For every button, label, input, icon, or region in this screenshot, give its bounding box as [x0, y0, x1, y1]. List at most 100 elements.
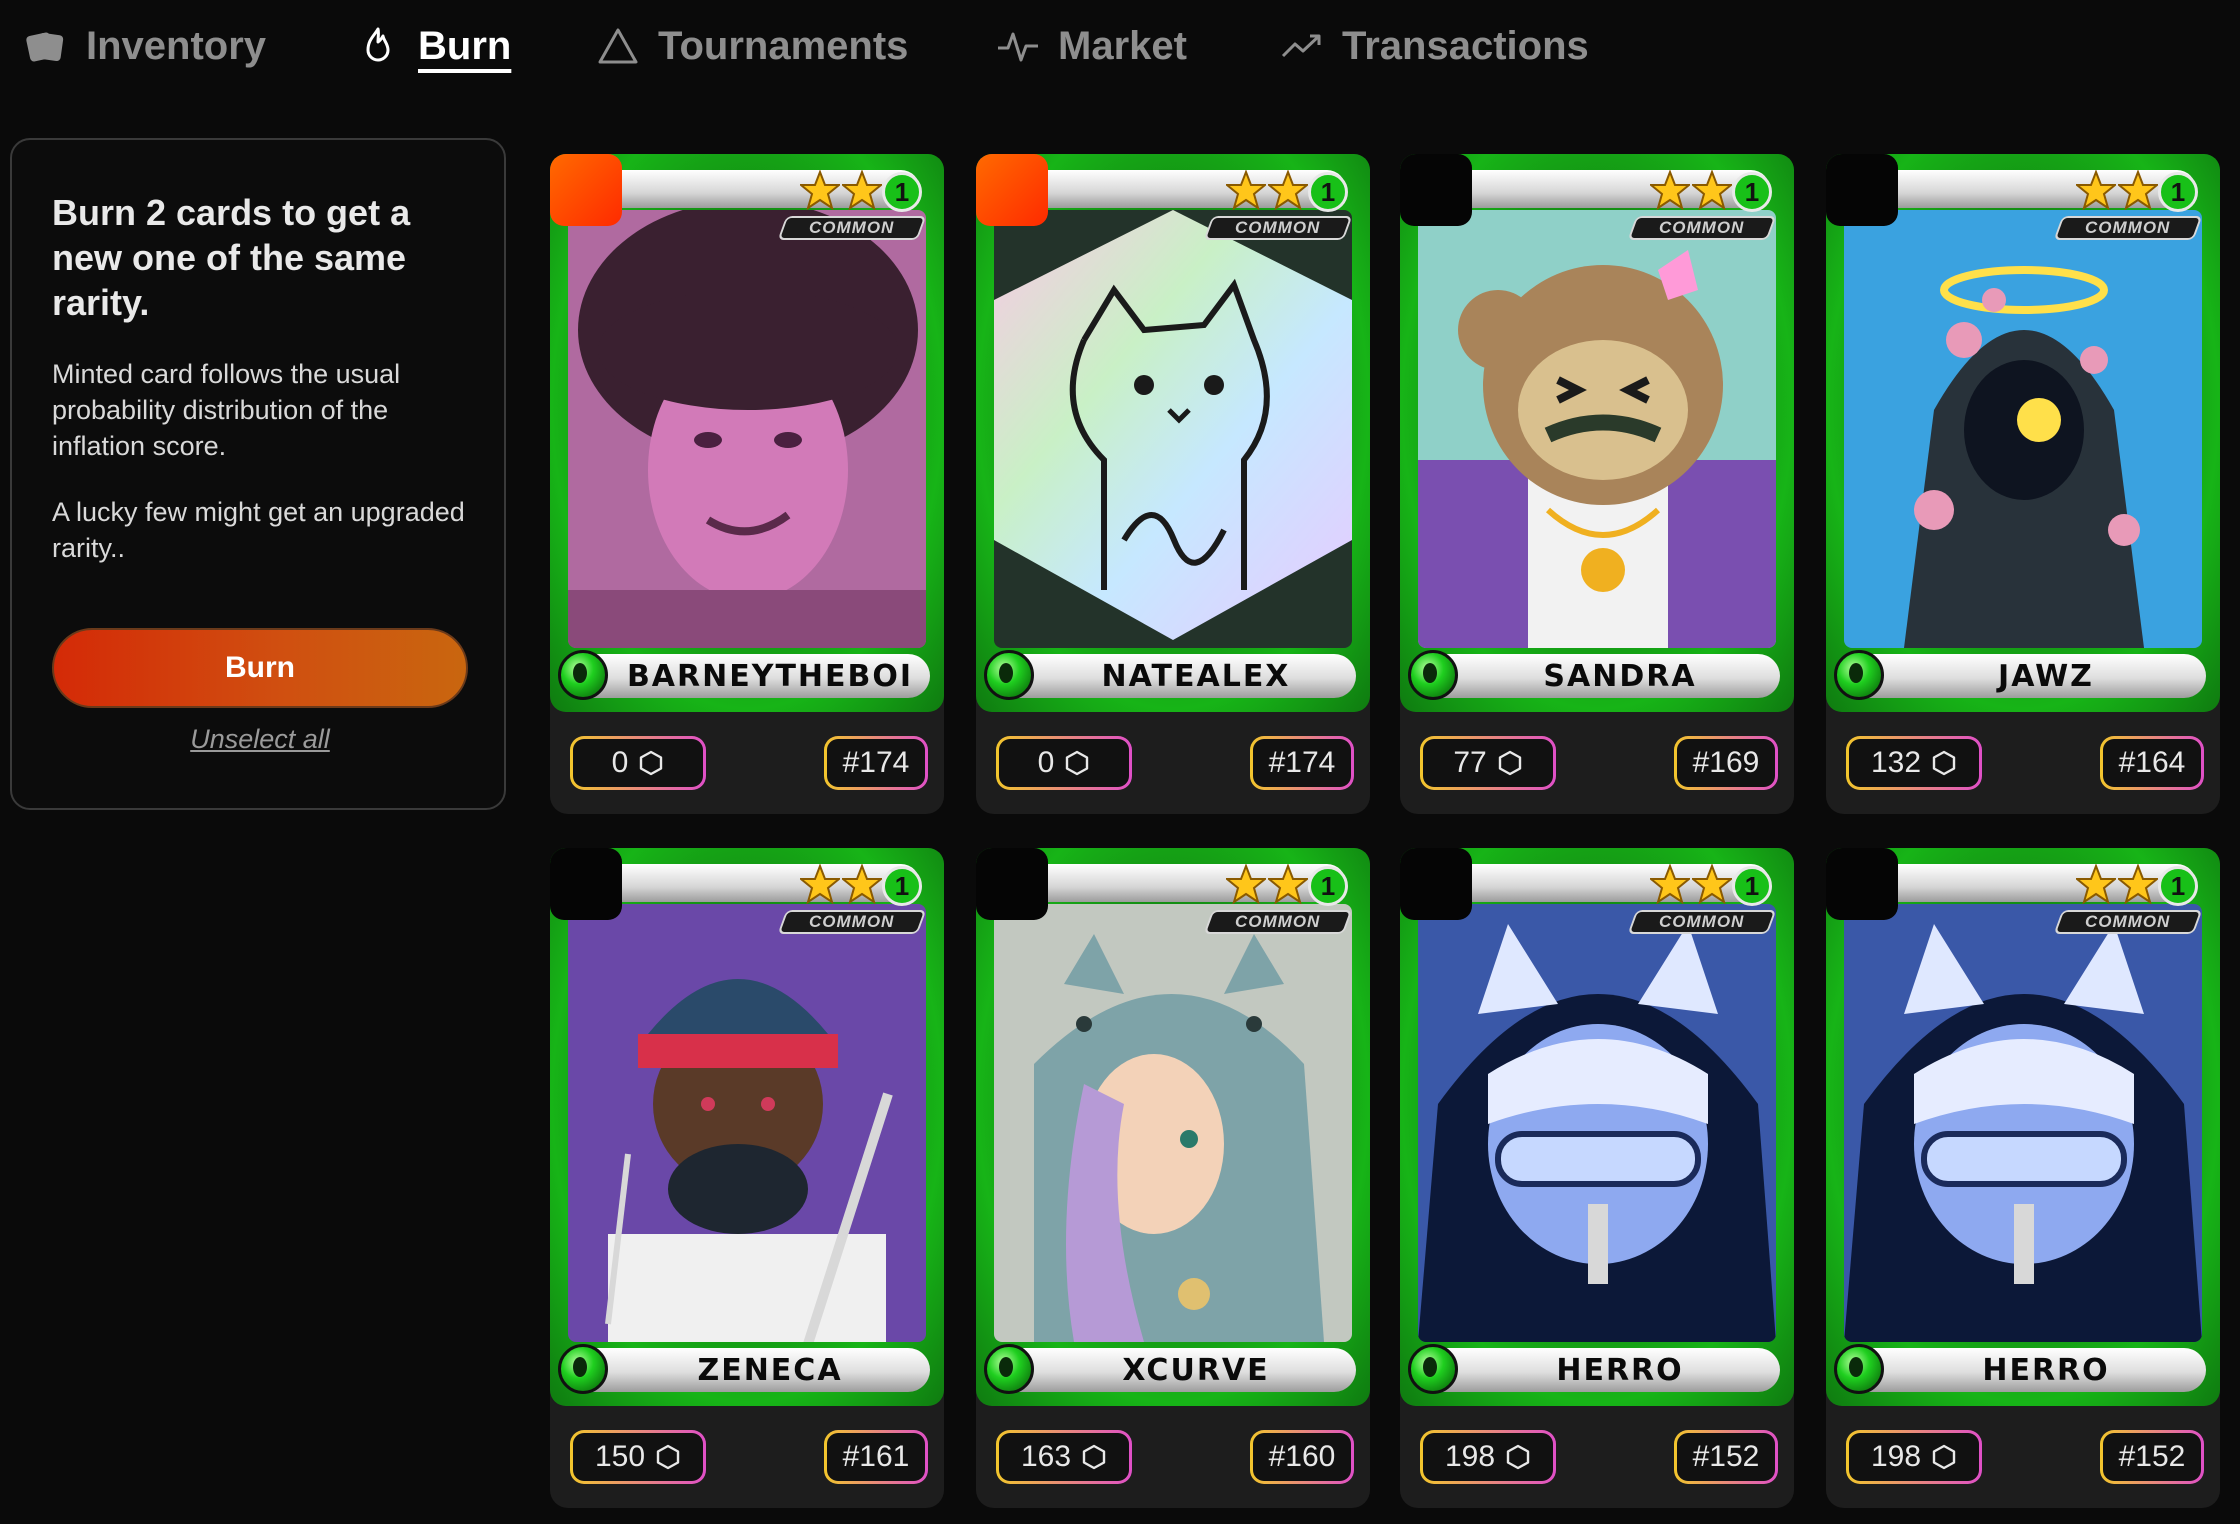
tab-inventory-label: Inventory [86, 23, 267, 68]
element-gem-icon [984, 650, 1034, 700]
card-name: HERRO [1556, 1352, 1684, 1388]
select-checkbox[interactable] [550, 848, 622, 920]
inflation-score-value: 0 [1037, 746, 1055, 779]
card[interactable]: 1 COMMON SANDRA [1400, 154, 1794, 712]
card-id-value: #152 [1692, 1440, 1760, 1473]
rarity-badge: COMMON [2053, 910, 2203, 934]
star-icon [1226, 864, 1266, 904]
burn-button[interactable]: Burn [52, 628, 468, 708]
card-id-pill: #160 [1250, 1430, 1354, 1484]
tab-inventory[interactable]: Inventory [24, 16, 266, 76]
card-name-bar: SANDRA [1430, 654, 1780, 698]
card-id-pill: #174 [1250, 736, 1354, 790]
card[interactable]: 1 COMMON NATEALEX [976, 154, 1370, 712]
card-id-pill: #152 [2100, 1430, 2204, 1484]
rarity-badge: COMMON [1627, 216, 1777, 240]
rarity-stars [1650, 864, 1732, 904]
level-value: 1 [1320, 176, 1336, 207]
hexagon-icon [1931, 1444, 1957, 1470]
card-name-bar: ZENECA [580, 1348, 930, 1392]
card-name: BARNEYTHEBOI [626, 658, 914, 694]
hexagon-icon [1081, 1444, 1107, 1470]
inflation-score-pill: 198 [1420, 1430, 1556, 1484]
select-checkbox[interactable] [1826, 154, 1898, 226]
level-badge: 1 [2158, 172, 2198, 212]
select-checkbox[interactable] [1826, 848, 1898, 920]
card-name: SANDRA [1543, 658, 1697, 694]
rarity-badge: COMMON [1203, 910, 1353, 934]
card-name-bar: HERRO [1430, 1348, 1780, 1392]
rarity-badge: COMMON [1627, 910, 1777, 934]
card[interactable]: 1 COMMON HERRO [1400, 848, 1794, 1406]
card-id-value: #174 [1268, 746, 1336, 779]
tab-burn[interactable]: Burn [356, 16, 511, 76]
unselect-all-link[interactable]: Unselect all [52, 724, 468, 755]
hexagon-icon [1497, 750, 1523, 776]
element-gem-icon [1834, 650, 1884, 700]
star-icon [2118, 864, 2158, 904]
burn-panel: Burn 2 cards to get a new one of the sam… [10, 138, 506, 810]
rarity-label: COMMON [809, 218, 895, 237]
select-checkbox[interactable] [550, 154, 622, 226]
element-gem-icon [1834, 1344, 1884, 1394]
star-icon [1226, 170, 1266, 210]
element-gem-icon [558, 1344, 608, 1394]
card-name-bar: NATEALEX [1006, 654, 1356, 698]
card-tile: 1 COMMON NATEALEX 0 #174 [976, 154, 1370, 814]
rarity-label: COMMON [809, 912, 895, 931]
card[interactable]: 1 COMMON JAWZ [1826, 154, 2220, 712]
star-icon [842, 170, 882, 210]
card[interactable]: 1 COMMON XCURVE [976, 848, 1370, 1406]
hexagon-icon [655, 1444, 681, 1470]
inflation-score-value: 198 [1444, 1440, 1496, 1473]
card-tile: 1 COMMON HERRO 198 #152 [1826, 848, 2220, 1508]
rarity-badge: COMMON [777, 216, 927, 240]
star-icon [800, 864, 840, 904]
rarity-label: COMMON [2085, 218, 2171, 237]
card-name: HERRO [1982, 1352, 2110, 1388]
card[interactable]: 1 COMMON ZENECA [550, 848, 944, 1406]
star-icon [1692, 170, 1732, 210]
level-value: 1 [2170, 176, 2186, 207]
star-icon [842, 864, 882, 904]
rarity-label: COMMON [1659, 218, 1745, 237]
rarity-stars [2076, 864, 2158, 904]
inflation-score-pill: 163 [996, 1430, 1132, 1484]
card-id-value: #169 [1692, 746, 1760, 779]
tab-market[interactable]: Market [996, 16, 1187, 76]
select-checkbox[interactable] [1400, 848, 1472, 920]
card-id-pill: #169 [1674, 736, 1778, 790]
select-checkbox[interactable] [1400, 154, 1472, 226]
rarity-label: COMMON [1659, 912, 1745, 931]
card-name-bar: XCURVE [1006, 1348, 1356, 1392]
rarity-stars [1650, 170, 1732, 210]
card-tile: 1 COMMON ZENECA 150 #161 [550, 848, 944, 1508]
card[interactable]: 1 COMMON HERRO [1826, 848, 2220, 1406]
hexagon-icon [638, 750, 664, 776]
inflation-score-value: 77 [1453, 746, 1487, 779]
card-id-pill: #152 [1674, 1430, 1778, 1484]
card-id-value: #164 [2118, 746, 2186, 779]
activity-icon [996, 24, 1040, 68]
inflation-score-pill: 198 [1846, 1430, 1982, 1484]
select-checkbox[interactable] [976, 154, 1048, 226]
level-badge: 1 [1732, 172, 1772, 212]
cards-icon [24, 24, 68, 68]
rarity-stars [800, 170, 882, 210]
card-name: JAWZ [1998, 658, 2094, 694]
tab-tournaments-label: Tournaments [658, 23, 909, 68]
card[interactable]: 1 COMMON BARNEYTHEBOI [550, 154, 944, 712]
hexagon-icon [1931, 750, 1957, 776]
card-tile: 1 COMMON BARNEYTHEBOI 0 #174 [550, 154, 944, 814]
rarity-stars [1226, 170, 1308, 210]
card-id-pill: #164 [2100, 736, 2204, 790]
tab-tournaments[interactable]: Tournaments [596, 16, 908, 76]
rarity-badge: COMMON [777, 910, 927, 934]
triangle-icon [596, 24, 640, 68]
top-nav: Inventory Burn Tournaments Market Transa… [0, 0, 2240, 100]
rarity-stars [1226, 864, 1308, 904]
rarity-label: COMMON [2085, 912, 2171, 931]
panel-note: A lucky few might get an upgraded rarity… [52, 497, 465, 563]
select-checkbox[interactable] [976, 848, 1048, 920]
tab-transactions[interactable]: Transactions [1280, 16, 1589, 76]
